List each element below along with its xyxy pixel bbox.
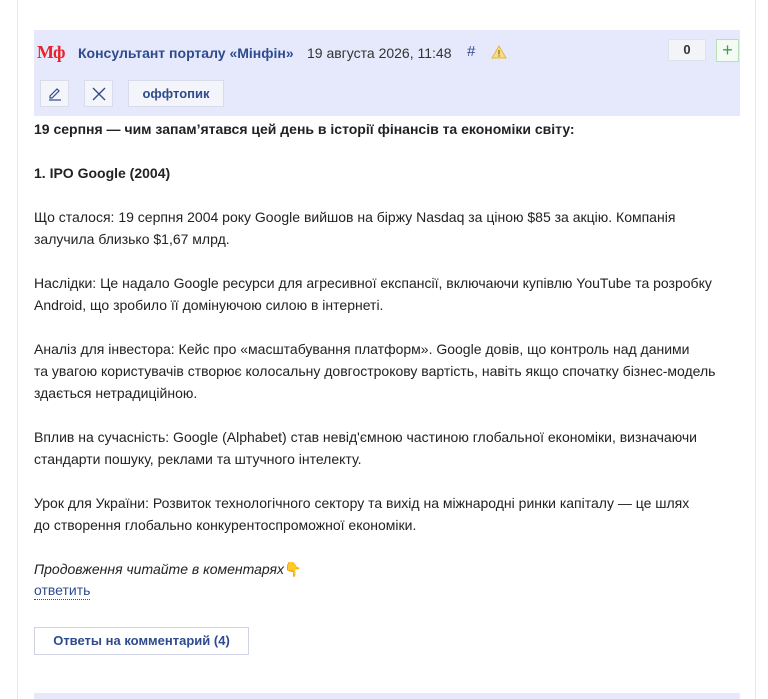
paragraph-line: Аналіз для інвестора: Кейс про «масштабу…: [34, 341, 690, 357]
offtopic-button[interactable]: оффтопик: [128, 80, 224, 107]
paragraph-line: стандарти пошуку, реклами та штучного ін…: [34, 451, 362, 467]
comment-title: 19 серпня — чим запам’ятався цей день в …: [34, 121, 575, 137]
close-icon: [92, 87, 105, 100]
paragraph-line: залучила близько $1,67 млрд.: [34, 231, 230, 247]
comment: Мф Консультант порталу «Мінфін» 19 авгус…: [34, 30, 740, 655]
comment-header: Мф Консультант порталу «Мінфін» 19 авгус…: [34, 30, 740, 116]
paragraph-line: Android, що зробило її домінуючою силою …: [34, 297, 384, 313]
reply-link[interactable]: ответить: [34, 581, 91, 600]
paragraph-line: Вплив на сучасність: Google (Alphabet) с…: [34, 429, 697, 445]
pencil-icon: [48, 87, 61, 101]
edit-button[interactable]: [40, 80, 69, 107]
comment-body: 19 серпня — чим запам’ятався цей день в …: [34, 118, 740, 580]
upvote-button[interactable]: +: [716, 39, 739, 62]
paragraph-line: Урок для України: Розвиток технологічног…: [34, 495, 690, 511]
author-logo[interactable]: Мф: [37, 42, 65, 63]
paragraph-line: здається нетрадиційною.: [34, 385, 198, 401]
next-comment-header: [34, 693, 740, 699]
pointing-down-icon: 👇: [283, 561, 302, 577]
permalink-hash[interactable]: #: [467, 43, 475, 60]
paragraph-line: до створення глобально конкурентоспромож…: [34, 517, 417, 533]
delete-button[interactable]: [84, 80, 113, 107]
rating-score: 0: [668, 39, 706, 61]
paragraph-line: Що сталося: 19 серпня 2004 року Google в…: [34, 209, 676, 225]
paragraph-line: та увагою користувачів створює колосальн…: [34, 363, 716, 379]
continue-note: Продовження читайте в коментарях👇: [34, 558, 740, 580]
continue-text: Продовження читайте в коментарях: [34, 561, 284, 577]
replies-button[interactable]: Ответы на комментарий (4): [34, 627, 249, 655]
paragraph-line: Наслідки: Це надало Google ресурси для а…: [34, 275, 712, 291]
author-link[interactable]: Консультант порталу «Мінфін»: [78, 45, 294, 61]
comment-date: 19 августа 2026, 11:48: [307, 45, 452, 61]
comment-heading: 1. IPO Google (2004): [34, 165, 171, 181]
warning-icon[interactable]: [491, 44, 507, 60]
